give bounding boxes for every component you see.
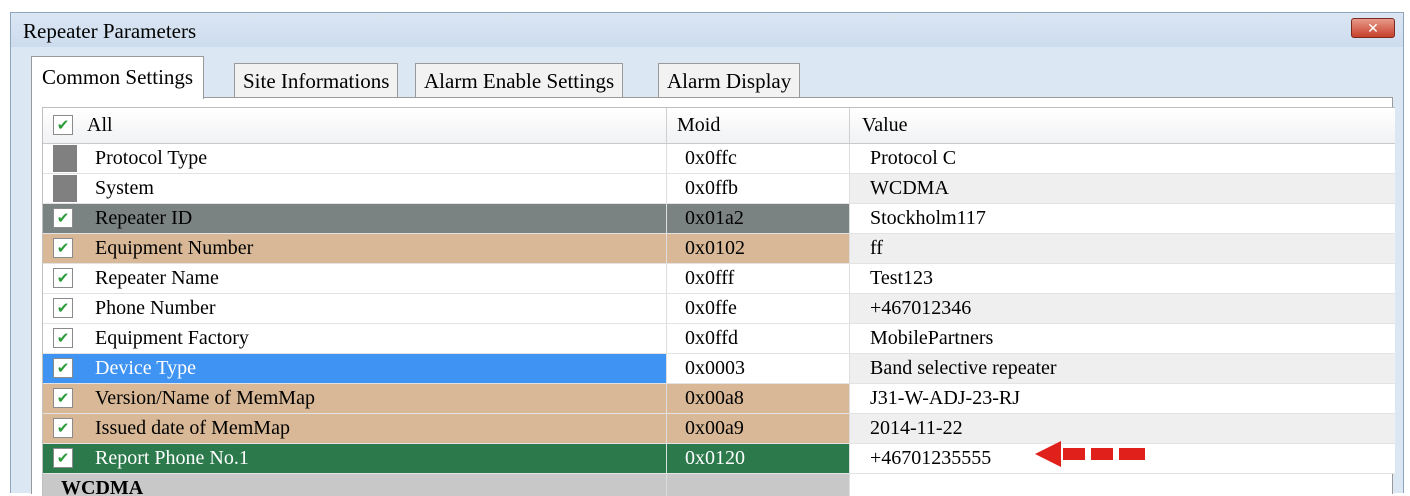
- value-cell[interactable]: Protocol C: [849, 144, 1395, 173]
- param-name-label: Phone Number: [95, 297, 216, 319]
- table-row[interactable]: ✔ Phone Number 0x0ffe +467012346: [43, 294, 1395, 324]
- value-cell[interactable]: MobilePartners: [849, 324, 1395, 353]
- param-name-label: System: [95, 177, 154, 199]
- tab-site-informations[interactable]: Site Informations: [234, 63, 399, 97]
- close-button[interactable]: ✕: [1351, 18, 1395, 38]
- value-cell[interactable]: ff: [849, 234, 1395, 263]
- param-name-cell[interactable]: ✔ Report Phone No.1: [43, 444, 666, 473]
- tab-label: Site Informations: [243, 69, 390, 93]
- table-row[interactable]: ✔ Repeater ID 0x01a2 Stockholm117: [43, 204, 1395, 234]
- moid-cell: 0x0ffc: [666, 144, 849, 173]
- table-row[interactable]: ✔ Device Type 0x0003 Band selective repeate…: [43, 354, 1395, 384]
- row-state-box: [53, 175, 77, 202]
- red-dashed-arrow-icon: [1035, 441, 1145, 467]
- value-cell[interactable]: J31-W-ADJ-23-RJ: [849, 384, 1395, 413]
- param-name-cell[interactable]: ✔ Repeater ID: [43, 204, 666, 233]
- header-all-label: All: [87, 114, 113, 136]
- row-checkbox[interactable]: ✔: [53, 388, 73, 408]
- close-icon: ✕: [1367, 21, 1379, 37]
- param-name-label: Report Phone No.1: [95, 447, 249, 469]
- value-cell[interactable]: WCDMA: [849, 174, 1395, 203]
- moid-cell: 0x00a8: [666, 384, 849, 413]
- param-name-label: Repeater Name: [95, 267, 219, 289]
- header-value-label: Value: [862, 114, 908, 136]
- param-name-cell[interactable]: ✔ Device Type: [43, 354, 666, 383]
- param-name-label: Protocol Type: [95, 147, 208, 169]
- moid-cell: 0x0102: [666, 234, 849, 263]
- moid-cell: 0x0ffe: [666, 294, 849, 323]
- param-name-cell[interactable]: ✔ Version/Name of MemMap: [43, 384, 666, 413]
- moid-cell: 0x0120: [666, 444, 849, 473]
- row-checkbox[interactable]: ✔: [53, 238, 73, 258]
- param-name-cell[interactable]: ✔ Issued date of MemMap: [43, 414, 666, 443]
- title-bar: Repeater Parameters ✕: [11, 13, 1403, 47]
- window-title: Repeater Parameters: [23, 19, 197, 43]
- moid-cell: 0x0003: [666, 354, 849, 383]
- grid-header: ✔ All Moid Value: [43, 108, 1395, 144]
- moid-cell: 0x00a9: [666, 414, 849, 443]
- table-row[interactable]: ✔ Equipment Number 0x0102 ff: [43, 234, 1395, 264]
- table-row[interactable]: ✔ Report Phone No.1 0x0120 +46701235555: [43, 444, 1395, 474]
- tab-alarm-enable-settings[interactable]: Alarm Enable Settings: [415, 63, 624, 97]
- param-name-cell[interactable]: Protocol Type: [43, 144, 666, 173]
- table-row[interactable]: ✔ Issued date of MemMap 0x00a9 2014-11-22: [43, 414, 1395, 444]
- tab-label: Alarm Enable Settings: [424, 69, 615, 93]
- moid-cell: 0x01a2: [666, 204, 849, 233]
- moid-cell: 0x0fff: [666, 264, 849, 293]
- param-name-label: Version/Name of MemMap: [95, 387, 315, 409]
- param-name-cell[interactable]: ✔ Repeater Name: [43, 264, 666, 293]
- header-moid-label: Moid: [677, 114, 721, 136]
- param-name-cell[interactable]: System: [43, 174, 666, 203]
- tab-common-settings[interactable]: Common Settings: [31, 56, 205, 99]
- param-name-cell[interactable]: ✔ Equipment Number: [43, 234, 666, 263]
- repeater-parameters-window: Repeater Parameters ✕ Common Settings Si…: [10, 12, 1404, 496]
- moid-cell: 0x0ffb: [666, 174, 849, 203]
- value-cell[interactable]: Stockholm117: [849, 204, 1395, 233]
- table-row[interactable]: ✔ Repeater Name 0x0fff Test123: [43, 264, 1395, 294]
- table-row[interactable]: ✔ Equipment Factory 0x0ffd MobilePartners: [43, 324, 1395, 354]
- tab-alarm-display[interactable]: Alarm Display: [658, 63, 801, 97]
- row-checkbox[interactable]: ✔: [53, 328, 73, 348]
- row-checkbox[interactable]: ✔: [53, 448, 73, 468]
- select-all-checkbox[interactable]: ✔: [53, 115, 73, 135]
- value-cell[interactable]: +467012346: [849, 294, 1395, 323]
- header-value[interactable]: Value: [849, 108, 1395, 143]
- row-checkbox[interactable]: ✔: [53, 268, 73, 288]
- tab-strip: Common Settings Site Informations Alarm …: [31, 53, 1393, 99]
- value-cell[interactable]: Band selective repeater: [849, 354, 1395, 383]
- param-name-label: Device Type: [95, 357, 196, 379]
- param-name-label: Repeater ID: [95, 207, 193, 229]
- table-row[interactable]: Protocol Type 0x0ffc Protocol C: [43, 144, 1395, 174]
- row-checkbox[interactable]: ✔: [53, 208, 73, 228]
- param-name-label: Equipment Factory: [95, 327, 249, 349]
- param-name-cell[interactable]: ✔ Phone Number: [43, 294, 666, 323]
- row-state-box: [53, 145, 77, 172]
- row-checkbox[interactable]: ✔: [53, 358, 73, 378]
- tab-label: Common Settings: [42, 65, 194, 89]
- tab-label: Alarm Display: [667, 69, 792, 93]
- param-name-label: Equipment Number: [95, 237, 254, 259]
- value-cell[interactable]: Test123: [849, 264, 1395, 293]
- parameters-grid: ✔ All Moid Value Protocol Type 0x0ffc Prot…: [42, 107, 1395, 496]
- param-name-cell[interactable]: ✔ Equipment Factory: [43, 324, 666, 353]
- header-all[interactable]: ✔ All: [43, 108, 666, 143]
- table-row[interactable]: ✔ Version/Name of MemMap 0x00a8 J31-W-ADJ-2…: [43, 384, 1395, 414]
- table-row[interactable]: System 0x0ffb WCDMA: [43, 174, 1395, 204]
- moid-cell: 0x0ffd: [666, 324, 849, 353]
- row-checkbox[interactable]: ✔: [53, 418, 73, 438]
- row-checkbox[interactable]: ✔: [53, 298, 73, 318]
- value-cell[interactable]: 2014-11-22: [849, 414, 1395, 443]
- param-name-label: Issued date of MemMap: [95, 417, 290, 439]
- header-moid[interactable]: Moid: [666, 108, 849, 143]
- tab-panel-common-settings: ✔ All Moid Value Protocol Type 0x0ffc Prot…: [31, 97, 1395, 496]
